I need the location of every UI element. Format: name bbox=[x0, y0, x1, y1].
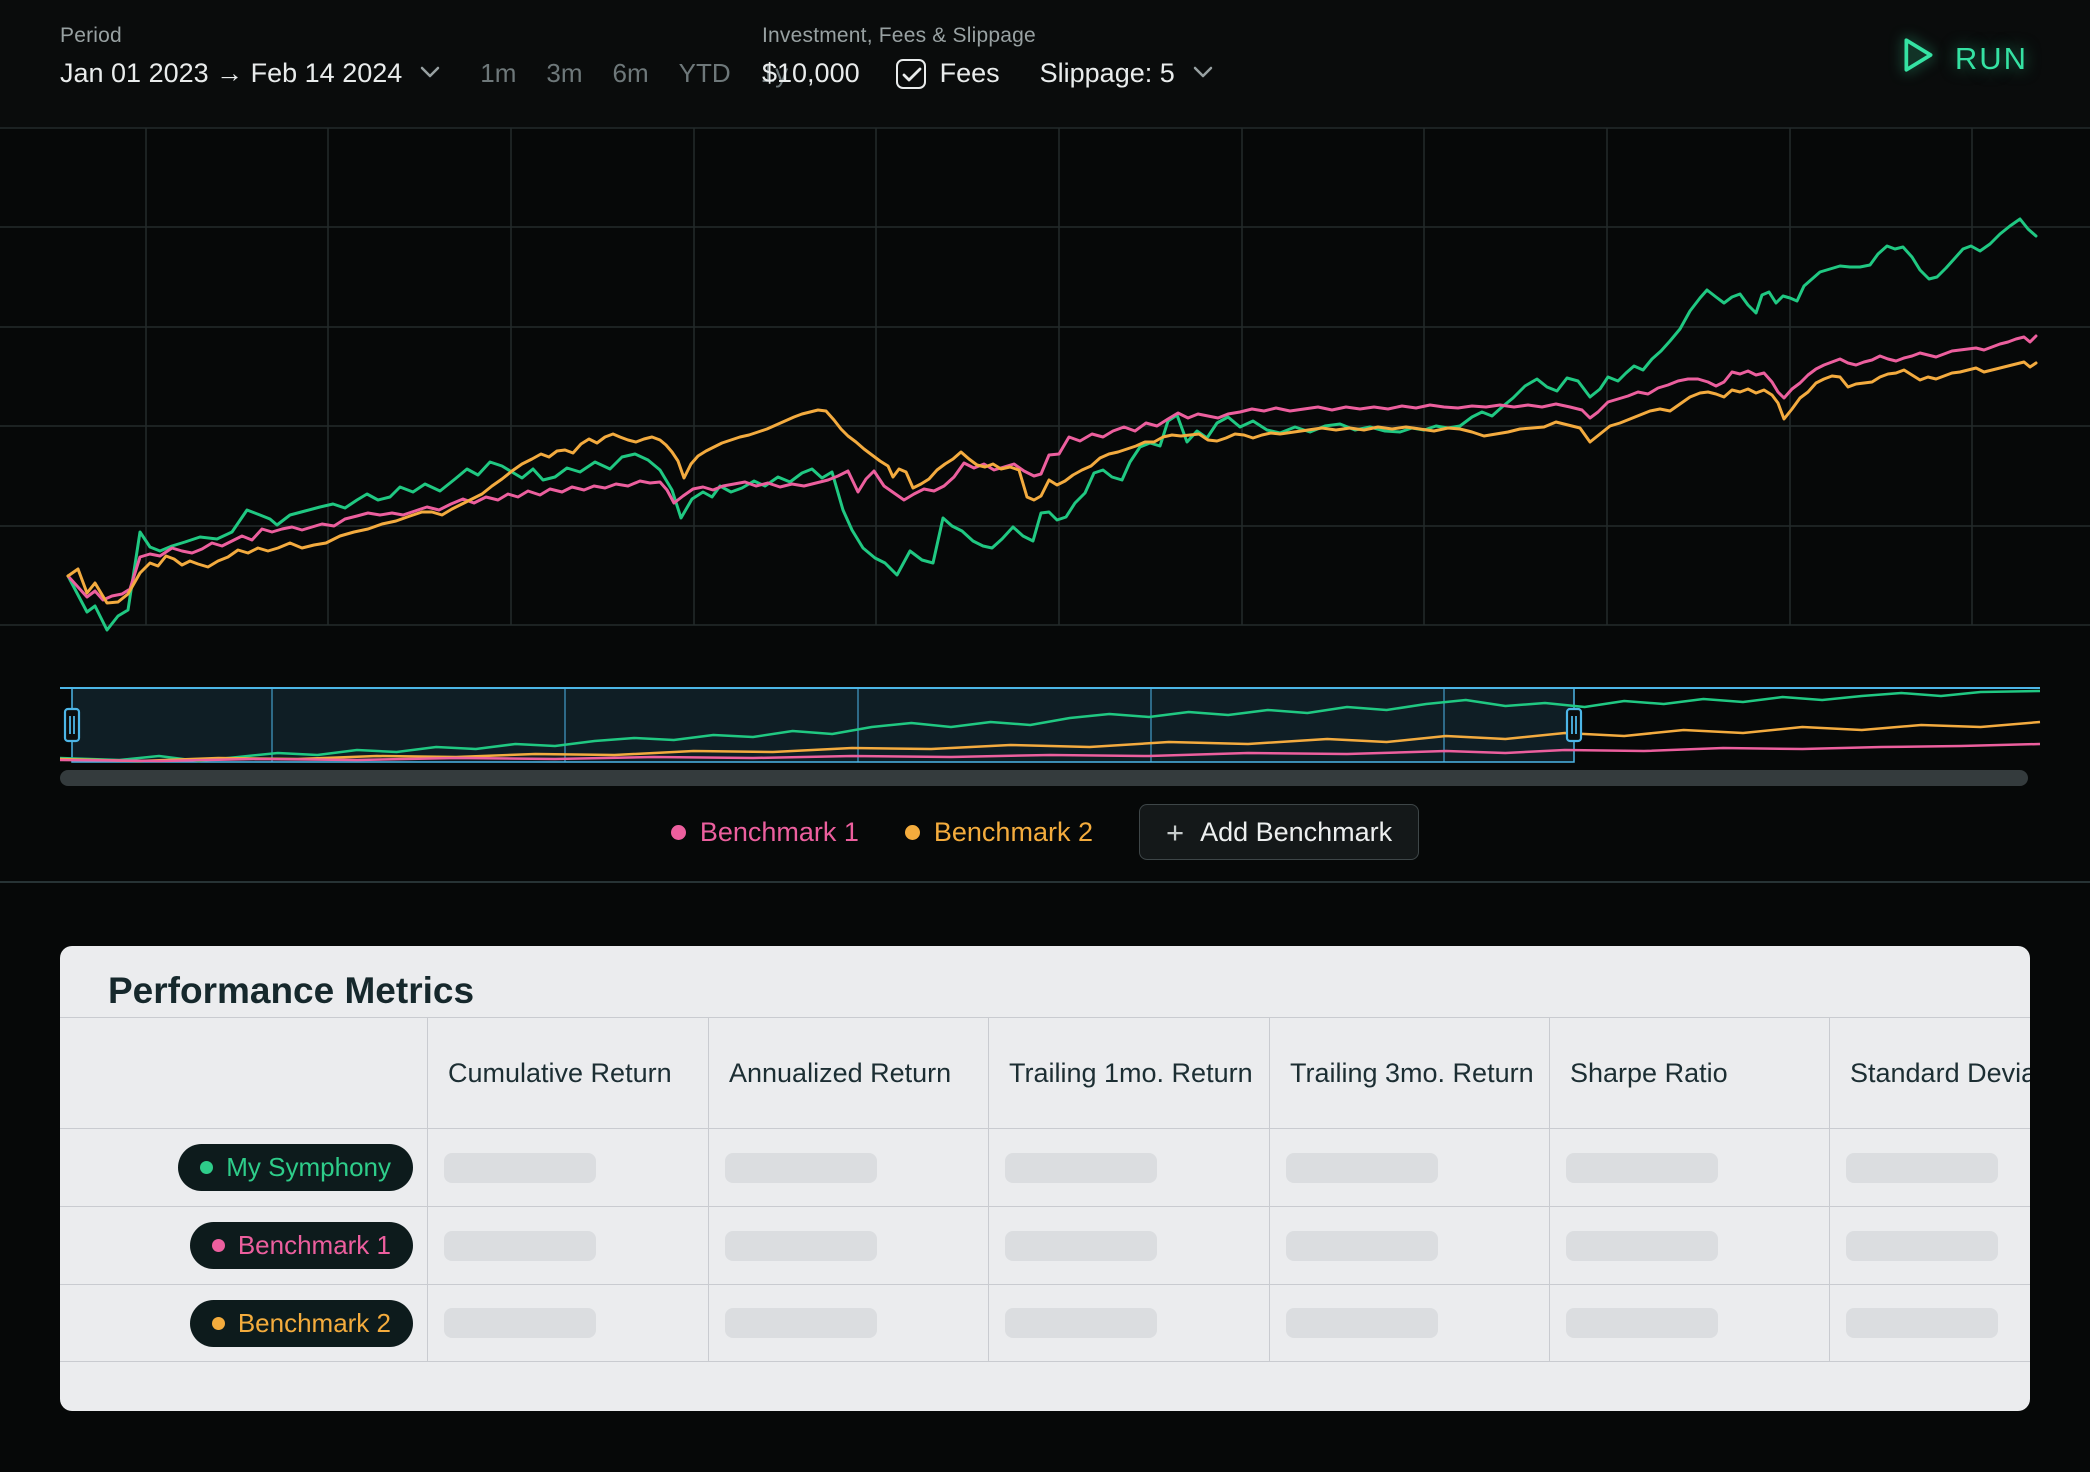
metric-cell bbox=[708, 1284, 988, 1362]
range-3m[interactable]: 3m bbox=[546, 58, 582, 89]
my-symphony-dot-icon bbox=[200, 1161, 214, 1174]
loading-skeleton bbox=[1846, 1152, 1998, 1183]
table-row-label: My Symphony bbox=[60, 1128, 427, 1206]
range-1m[interactable]: 1m bbox=[480, 58, 516, 89]
loading-skeleton bbox=[444, 1152, 596, 1183]
column-header: Cumulative Return bbox=[427, 1017, 708, 1128]
loading-skeleton bbox=[1566, 1230, 1718, 1261]
loading-skeleton bbox=[725, 1308, 877, 1338]
legend-item-benchmark-2[interactable]: Benchmark 2 bbox=[904, 816, 1093, 848]
metric-cell bbox=[1269, 1206, 1549, 1284]
benchmark2-dot-icon bbox=[211, 1316, 225, 1330]
play-icon bbox=[1901, 36, 1937, 82]
fees-label: Fees bbox=[939, 58, 1000, 88]
metric-cell bbox=[708, 1128, 988, 1206]
column-header: Standard Deviation bbox=[1829, 1017, 2030, 1128]
metric-cell bbox=[1829, 1128, 2030, 1206]
run-button[interactable]: RUN bbox=[1901, 36, 2028, 82]
metric-cell bbox=[427, 1128, 708, 1206]
corner-cell bbox=[60, 1017, 427, 1128]
navigator-right-handle[interactable] bbox=[1565, 707, 1583, 743]
loading-skeleton bbox=[444, 1308, 596, 1338]
run-button-label: RUN bbox=[1954, 41, 2028, 76]
loading-skeleton bbox=[1846, 1308, 1998, 1338]
toolbar: Period Jan 01 2023 → Feb 14 2024 1m 3m 6… bbox=[0, 0, 2090, 128]
loading-skeleton bbox=[1005, 1152, 1157, 1183]
series-pill-benchmark-1[interactable]: Benchmark 1 bbox=[189, 1222, 413, 1269]
column-header: Annualized Return bbox=[708, 1017, 988, 1128]
benchmark2-dot-icon bbox=[904, 824, 920, 840]
loading-skeleton bbox=[725, 1230, 877, 1261]
navigator-left-handle[interactable] bbox=[63, 707, 81, 743]
legend-label: Benchmark 2 bbox=[933, 816, 1093, 847]
add-benchmark-button[interactable]: + Add Benchmark bbox=[1138, 804, 1420, 860]
metric-cell bbox=[1269, 1284, 1549, 1362]
investment-amount-field[interactable]: $10,000 bbox=[762, 58, 860, 89]
loading-skeleton bbox=[1566, 1308, 1718, 1338]
column-header: Sharpe Ratio bbox=[1549, 1017, 1829, 1128]
investment-section-label: Investment, Fees & Slippage bbox=[762, 24, 1036, 47]
performance-chart bbox=[0, 127, 2090, 632]
add-benchmark-label: Add Benchmark bbox=[1200, 816, 1393, 847]
benchmark1-dot-icon bbox=[670, 824, 686, 840]
legend-label: Benchmark 1 bbox=[699, 816, 859, 847]
metric-cell bbox=[988, 1128, 1269, 1206]
series-line-my-symphony bbox=[66, 217, 2038, 632]
navigator-scrollbar[interactable] bbox=[60, 770, 2028, 786]
loading-skeleton bbox=[1566, 1152, 1718, 1183]
metric-cell bbox=[988, 1284, 1269, 1362]
pill-label: Benchmark 1 bbox=[237, 1230, 391, 1260]
loading-skeleton bbox=[1286, 1152, 1438, 1183]
section-divider bbox=[0, 881, 2090, 883]
period-range-picker[interactable]: Jan 01 2023 → Feb 14 2024 bbox=[60, 58, 402, 89]
slippage-dropdown[interactable]: Slippage: 5 bbox=[1040, 58, 1175, 89]
series-pill-benchmark-2[interactable]: Benchmark 2 bbox=[189, 1299, 413, 1347]
plus-icon: + bbox=[1165, 814, 1185, 850]
loading-skeleton bbox=[1005, 1230, 1157, 1261]
pill-label: My Symphony bbox=[226, 1152, 391, 1182]
metric-cell bbox=[1549, 1206, 1829, 1284]
fees-checkbox[interactable] bbox=[895, 58, 926, 89]
range-6m[interactable]: 6m bbox=[613, 58, 649, 89]
table-row-label: Benchmark 2 bbox=[60, 1284, 427, 1362]
chart-legend: Benchmark 1 Benchmark 2 + Add Benchmark bbox=[0, 802, 2090, 862]
metric-cell bbox=[988, 1206, 1269, 1284]
metric-cell bbox=[1829, 1206, 2030, 1284]
quick-ranges: 1m 3m 6m YTD 1y bbox=[480, 58, 788, 89]
series-line-benchmark-1 bbox=[66, 334, 2038, 602]
loading-skeleton bbox=[1286, 1230, 1438, 1261]
performance-metrics-panel: Performance Metrics Cumulative Return An… bbox=[60, 946, 2030, 1411]
panel-title: Performance Metrics bbox=[108, 970, 475, 1011]
loading-skeleton bbox=[1005, 1308, 1157, 1338]
metric-cell bbox=[1549, 1128, 1829, 1206]
loading-skeleton bbox=[1286, 1308, 1438, 1338]
metric-cell bbox=[1549, 1284, 1829, 1362]
slippage-chevron-down-icon[interactable] bbox=[1193, 65, 1213, 83]
metric-cell bbox=[427, 1284, 708, 1362]
column-header: Trailing 1mo. Return bbox=[988, 1017, 1269, 1128]
pill-label: Benchmark 2 bbox=[237, 1307, 391, 1338]
loading-skeleton bbox=[725, 1152, 877, 1183]
series-line-benchmark-2 bbox=[66, 360, 2038, 605]
period-chevron-down-icon[interactable] bbox=[420, 65, 440, 83]
timeline-navigator[interactable] bbox=[0, 655, 2090, 800]
legend-item-benchmark-1[interactable]: Benchmark 1 bbox=[670, 816, 859, 848]
benchmark1-dot-icon bbox=[211, 1239, 225, 1252]
series-pill-my-symphony[interactable]: My Symphony bbox=[178, 1144, 413, 1191]
metric-cell bbox=[1829, 1284, 2030, 1362]
navigator-selection[interactable] bbox=[71, 687, 1575, 763]
loading-skeleton bbox=[444, 1230, 596, 1261]
range-ytd[interactable]: YTD bbox=[679, 58, 731, 89]
table-row-label: Benchmark 1 bbox=[60, 1206, 427, 1284]
loading-skeleton bbox=[1846, 1230, 1998, 1261]
column-header: Trailing 3mo. Return bbox=[1269, 1017, 1549, 1128]
metrics-table: Cumulative Return Annualized Return Trai… bbox=[60, 1017, 2030, 1362]
metric-cell bbox=[708, 1206, 988, 1284]
metric-cell bbox=[1269, 1128, 1549, 1206]
metric-cell bbox=[427, 1206, 708, 1284]
period-label: Period bbox=[60, 24, 122, 47]
